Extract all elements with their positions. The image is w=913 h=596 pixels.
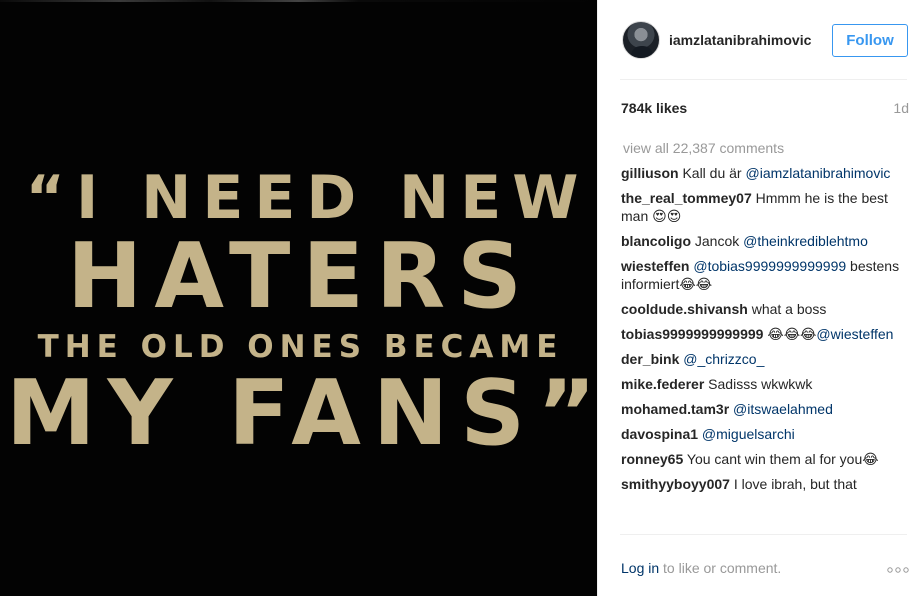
comment-item: ronney65 You cant win them al for you😂: [621, 450, 909, 468]
comment-item: smithyyboyy007 I love ibrah, but that: [621, 475, 909, 493]
comment-mention[interactable]: @itswaelahmed: [733, 401, 833, 417]
comment-item: davospina1 @miguelsarchi: [621, 425, 909, 443]
quote-line-3: THE OLD ONES BECAME: [37, 329, 564, 365]
quote-line-4: MY FANS”: [6, 361, 597, 466]
view-all-comments-link[interactable]: view all 22,387 comments: [623, 140, 784, 156]
comment-text: Kall du är: [678, 165, 746, 181]
comment-username[interactable]: mike.federer: [621, 376, 704, 392]
more-options-icon[interactable]: [887, 567, 909, 573]
comment-username[interactable]: der_bink: [621, 351, 679, 367]
comment-text: what a boss: [747, 301, 827, 317]
comment-username[interactable]: wiesteffen: [621, 258, 689, 274]
login-link[interactable]: Log in: [621, 560, 659, 576]
comment-username[interactable]: the_real_tommey07: [621, 190, 752, 206]
username-link[interactable]: iamzlatanibrahimovic: [669, 32, 811, 48]
avatar[interactable]: [622, 21, 660, 59]
comment-username[interactable]: davospina1: [621, 426, 698, 442]
comment-username[interactable]: cooldude.shivansh: [621, 301, 748, 317]
quote-line-2: HATERS: [67, 224, 534, 329]
post-footer: Log in to like or comment.: [621, 560, 911, 580]
footer-divider: [620, 534, 907, 535]
comment-text: You cant win them al for you😂: [683, 451, 879, 467]
comment-mention[interactable]: @iamzlatanibrahimovic: [746, 165, 891, 181]
comment-text: Jancok: [691, 233, 744, 249]
quote-line-1: “I NEED NEW: [25, 163, 590, 233]
quote-text-block: “I NEED NEW HATERS THE OLD ONES BECAME M…: [0, 160, 597, 459]
follow-button[interactable]: Follow: [832, 24, 908, 57]
comment-username[interactable]: gilliuson: [621, 165, 679, 181]
comment-mention[interactable]: @tobias9999999999999: [693, 258, 846, 274]
likes-count[interactable]: 784k likes: [621, 100, 687, 116]
comment-item: blancoligo Jancok @theinkrediblehtmo: [621, 232, 909, 250]
comment-item: cooldude.shivansh what a boss: [621, 300, 909, 318]
image-top-strip: [0, 0, 597, 2]
comment-item: gilliuson Kall du är @iamzlatanibrahimov…: [621, 164, 909, 182]
comment-username[interactable]: tobias9999999999999: [621, 326, 763, 342]
likes-row: 784k likes 1d: [621, 100, 909, 120]
comment-text: I love ibrah, but that: [729, 476, 857, 492]
comment-item: the_real_tommey07 Hmmm he is the best ma…: [621, 189, 909, 225]
comment-item: tobias9999999999999 😂😂😂@wiesteffen: [621, 325, 909, 343]
comment-mention[interactable]: @wiesteffen: [816, 326, 893, 342]
comment-text: 😂😂😂: [763, 326, 817, 342]
comment-item: mike.federer Sadisss wkwkwk: [621, 375, 909, 393]
comment-mention[interactable]: @theinkrediblehtmo: [743, 233, 868, 249]
post-image: “I NEED NEW HATERS THE OLD ONES BECAME M…: [0, 0, 597, 596]
header-divider: [620, 79, 907, 80]
comment-mention[interactable]: @miguelsarchi: [702, 426, 795, 442]
comment-username[interactable]: mohamed.tam3r: [621, 401, 729, 417]
comment-mention[interactable]: @_chrizzco_: [683, 351, 764, 367]
post-sidebar: iamzlatanibrahimovic Follow 784k likes 1…: [597, 0, 913, 596]
login-prompt-text: to like or comment.: [659, 560, 782, 576]
comment-item: mohamed.tam3r @itswaelahmed: [621, 400, 909, 418]
comment-item: der_bink @_chrizzco_: [621, 350, 909, 368]
comment-username[interactable]: smithyyboyy007: [621, 476, 730, 492]
comment-username[interactable]: blancoligo: [621, 233, 691, 249]
comment-text: Sadisss wkwkwk: [704, 376, 813, 392]
post-age[interactable]: 1d: [893, 100, 909, 116]
comment-username[interactable]: ronney65: [621, 451, 683, 467]
comments-list: gilliuson Kall du är @iamzlatanibrahimov…: [621, 164, 909, 530]
comment-item: wiesteffen @tobias9999999999999 bestens …: [621, 257, 909, 293]
